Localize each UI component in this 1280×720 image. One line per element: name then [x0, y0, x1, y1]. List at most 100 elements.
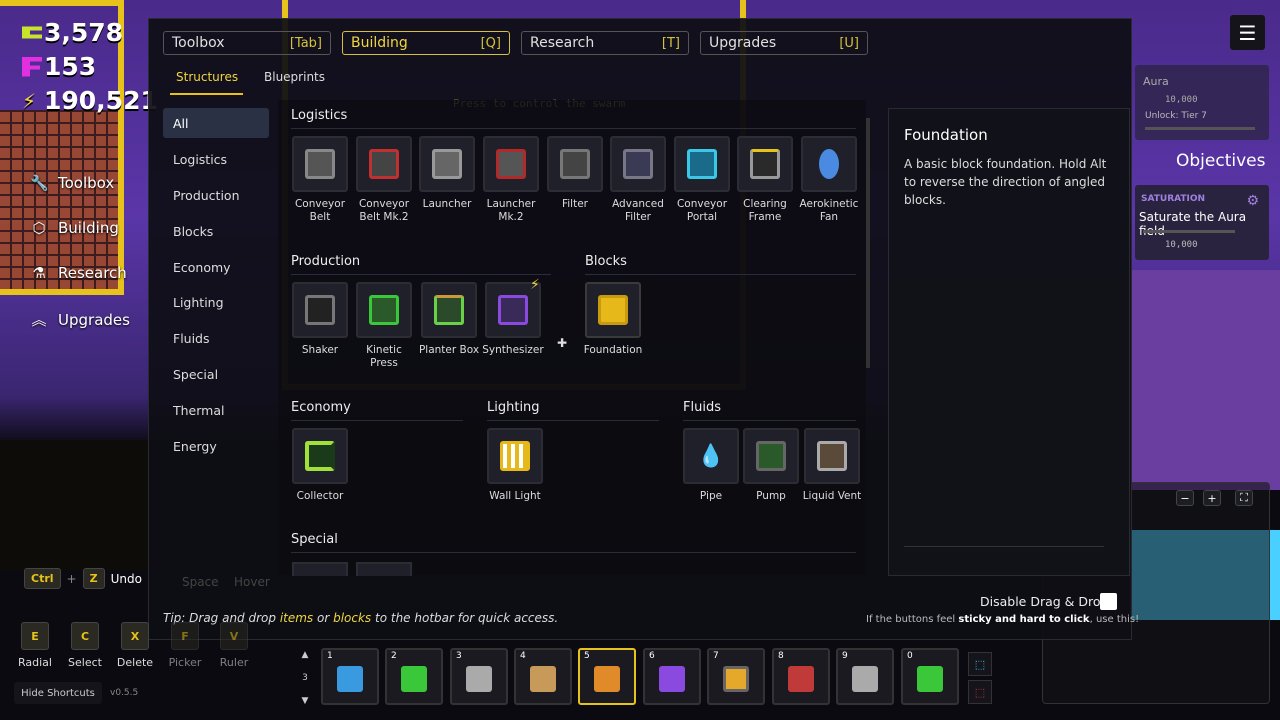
hotbar-slot-4[interactable]: 4 — [514, 648, 572, 705]
liquid-vent-icon — [817, 441, 847, 471]
item-label: Planter Box — [418, 344, 480, 356]
side-menu-research[interactable]: ⚗ Research — [30, 264, 127, 282]
item-pump[interactable]: Pump — [739, 428, 803, 503]
item-synthesizer[interactable]: Synthesizer — [481, 282, 545, 357]
structure-list-scrollbar[interactable] — [866, 118, 870, 368]
tool-radial[interactable]: E Radial — [11, 622, 59, 669]
disable-drag-drop-checkbox[interactable] — [1100, 593, 1117, 610]
side-menu-building[interactable]: ⬡ Building — [30, 219, 118, 237]
item-advanced-filter[interactable]: Advanced Filter — [606, 136, 670, 224]
item-launcher[interactable]: Launcher — [415, 136, 479, 211]
category-logistics[interactable]: Logistics — [163, 144, 269, 174]
tool-delete[interactable]: X Delete — [111, 622, 159, 669]
item-conveyor-belt-mk2[interactable]: Conveyor Belt Mk.2 — [352, 136, 416, 224]
flask-icon: ⚗ — [32, 264, 46, 282]
category-blocks[interactable]: Blocks — [163, 216, 269, 246]
zoom-in-button[interactable]: + — [1203, 490, 1221, 506]
tab-research[interactable]: Research [T] — [521, 31, 689, 55]
item-conveyor-portal[interactable]: Conveyor Portal — [670, 136, 734, 224]
fullscreen-button[interactable]: ⛶ — [1235, 490, 1253, 506]
hotbar-slot-0[interactable]: 0 — [901, 648, 959, 705]
hotbar-page-selector[interactable]: ▲ 3 ▼ — [296, 650, 314, 706]
note-suffix: , use this! — [1089, 614, 1140, 625]
category-all[interactable]: All — [163, 108, 269, 138]
item-liquid-vent[interactable]: Liquid Vent — [800, 428, 864, 503]
slot-number: 2 — [391, 651, 397, 661]
hotbar-slot-9[interactable]: 9 — [836, 648, 894, 705]
section-title-logistics: Logistics — [291, 108, 348, 123]
description-text: A basic block foundation. Hold Alt to re… — [904, 157, 1107, 207]
category-lighting[interactable]: Lighting — [163, 287, 269, 317]
tab-building[interactable]: Building [Q] — [342, 31, 510, 55]
slot-number: 6 — [649, 651, 655, 661]
hamburger-menu-button[interactable]: ☰ — [1230, 15, 1265, 50]
hotbar-slot-5[interactable]: 5 — [578, 648, 636, 705]
tool-label: Select — [68, 656, 102, 669]
side-menu-toolbox[interactable]: 🔧 Toolbox — [30, 174, 114, 192]
hotbar-page-number: 3 — [302, 673, 308, 683]
key-x: X — [121, 622, 149, 650]
category-economy[interactable]: Economy — [163, 252, 269, 282]
objectives-title[interactable]: Objectives — [1176, 151, 1265, 171]
side-menu-upgrades[interactable]: ︽ Upgrades — [30, 309, 130, 330]
item-kinetic-press[interactable]: Kinetic Press — [352, 282, 416, 370]
item-shaker[interactable]: Shaker — [288, 282, 352, 357]
aura-unlock: Unlock: Tier 7 — [1145, 111, 1207, 121]
hotbar-slot-3[interactable]: 3 — [450, 648, 508, 705]
drill-icon — [530, 666, 556, 692]
zoom-out-button[interactable]: − — [1176, 490, 1194, 506]
item-label: Launcher — [422, 198, 472, 210]
category-energy[interactable]: Energy — [163, 431, 269, 461]
tool-select[interactable]: C Select — [61, 622, 109, 669]
hotbar-slot-8[interactable]: 8 — [772, 648, 830, 705]
menu-icon: ☰ — [1238, 20, 1257, 45]
tab-upgrades[interactable]: Upgrades [U] — [700, 31, 868, 55]
flux-counter: 153 — [22, 52, 96, 81]
item-clearing-frame[interactable]: Clearing Frame — [733, 136, 797, 224]
item-launcher-mk2[interactable]: Launcher Mk.2 — [479, 136, 543, 224]
tip-suffix: to the hotbar for quick access. — [371, 611, 559, 625]
conveyor-belt-icon — [305, 149, 335, 179]
launcher-icon — [432, 149, 462, 179]
tool-ruler[interactable]: V Ruler — [210, 622, 258, 669]
section-divider — [683, 420, 856, 421]
item-planter-box[interactable]: Planter Box — [417, 282, 481, 357]
item-pipe[interactable]: 💧 Pipe — [679, 428, 743, 503]
item-label: Aerokinetic Fan — [799, 198, 859, 223]
category-production[interactable]: Production — [163, 180, 269, 210]
category-thermal[interactable]: Thermal — [163, 395, 269, 425]
hotbar-slot-1[interactable]: 1 — [321, 648, 379, 705]
sword-icon — [788, 666, 814, 692]
hotbar-slot-2[interactable]: 2 — [385, 648, 443, 705]
disable-drag-drop-label: Disable Drag & Drop — [980, 594, 1109, 609]
objective-progress — [1143, 230, 1235, 233]
plus-sign: + — [66, 571, 77, 586]
aura-progress — [1145, 127, 1255, 130]
fire-icon — [594, 666, 620, 692]
item-label: Filter — [561, 198, 588, 210]
tool-picker[interactable]: F Picker — [161, 622, 209, 669]
drag-drop-note: If the buttons feel sticky and hard to c… — [866, 614, 1139, 625]
hide-shortcuts-button[interactable]: Hide Shortcuts — [14, 682, 102, 704]
item-filter[interactable]: Filter — [543, 136, 607, 211]
item-wall-light[interactable]: Wall Light — [483, 428, 547, 503]
category-special[interactable]: Special — [163, 359, 269, 389]
select-tool-icon[interactable]: ⬚ — [968, 652, 992, 676]
item-collector[interactable]: Collector — [288, 428, 352, 503]
objective-card[interactable]: SATURATION ⚙ Saturate the Aura field 10,… — [1135, 185, 1269, 260]
world-ground — [0, 440, 160, 570]
hotbar-slot-6[interactable]: 6 — [643, 648, 701, 705]
item-conveyor-belt[interactable]: Conveyor Belt — [288, 136, 352, 224]
item-special-partial[interactable] — [292, 562, 348, 576]
tab-toolbox[interactable]: Toolbox [Tab] — [163, 31, 331, 55]
side-menu-label: Upgrades — [58, 310, 130, 329]
item-special-partial[interactable] — [356, 562, 412, 576]
item-aerokinetic-fan[interactable]: Aerokinetic Fan — [797, 136, 861, 224]
hotbar-slot-7[interactable]: 7 — [707, 648, 765, 705]
delete-tool-icon[interactable]: ⬚ — [968, 680, 992, 704]
subtab-blueprints[interactable]: Blueprints — [264, 70, 325, 84]
subtab-structures[interactable]: Structures — [176, 70, 238, 84]
item-foundation[interactable]: Foundation — [581, 282, 645, 357]
section-divider — [585, 274, 856, 275]
category-fluids[interactable]: Fluids — [163, 323, 269, 353]
